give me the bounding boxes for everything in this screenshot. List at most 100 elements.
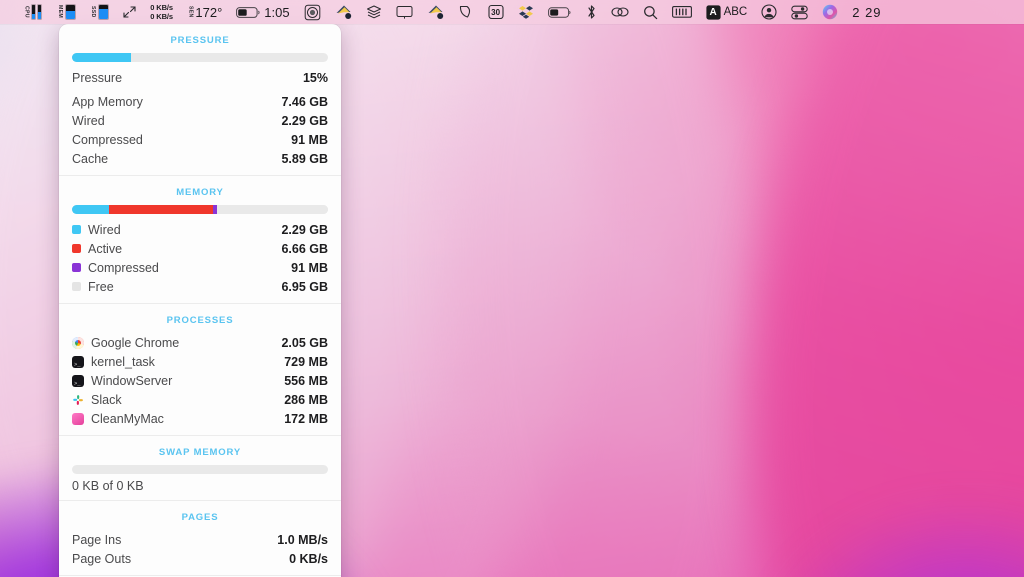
terminal-dark-icon: >_	[72, 355, 84, 368]
row-value: 91 MB	[291, 132, 328, 147]
row-value: 556 MB	[284, 373, 328, 388]
legend-label: Free	[88, 279, 114, 294]
row-value: 5.89 GB	[281, 151, 328, 166]
row-value: 172 MB	[284, 411, 328, 426]
arrows-diagonal-icon	[123, 5, 136, 19]
process-name: CleanMyMac	[91, 411, 164, 426]
network-upload-speed: 0 KB/s	[150, 3, 173, 12]
menubar-calendar[interactable]: 30	[481, 0, 511, 24]
menubar-layers[interactable]	[359, 0, 389, 24]
row-value: 15%	[302, 70, 328, 85]
process-name: Slack	[91, 392, 122, 407]
row-label: Active	[72, 241, 122, 257]
menubar-control-center[interactable]	[784, 0, 815, 24]
menubar-battery-secondary[interactable]	[541, 0, 579, 24]
section-pressure: PRESSURE Pressure 15% App Memory 7.46 GB…	[59, 24, 341, 175]
menubar-stats-mem[interactable]: MEM	[49, 0, 82, 24]
menubar-user-account[interactable]	[754, 0, 784, 24]
menubar-input-source[interactable]: A ABC	[699, 0, 755, 24]
process-name: Google Chrome	[91, 335, 180, 350]
menubar-bluetooth[interactable]	[579, 0, 604, 24]
menubar-battery[interactable]: 1:05	[229, 0, 296, 24]
chrome-icon	[72, 336, 84, 349]
row-value: 2.29 GB	[281, 222, 328, 237]
menubar-cleanmymac-2[interactable]	[420, 0, 451, 24]
process-row-windowserver[interactable]: >_ WindowServer 556 MB	[72, 371, 328, 390]
memory-bar	[72, 205, 328, 214]
menubar-keyboard-brightness[interactable]	[665, 0, 699, 24]
time-machine-icon	[304, 4, 321, 21]
menubar-display[interactable]	[389, 0, 420, 24]
legend-row-wired: Wired 2.29 GB	[72, 220, 328, 239]
swatch-active	[72, 244, 81, 253]
section-memory: MEMORY Wired 2.29 GB Active 6.66 GB Comp…	[59, 176, 341, 303]
temperature-value: 172°	[195, 4, 223, 20]
mem-gauge-icon	[64, 4, 76, 20]
row-label: Free	[72, 279, 114, 295]
battery-time-remaining: 1:05	[264, 4, 290, 20]
row-label: Google Chrome	[72, 335, 179, 351]
menubar-siri[interactable]	[815, 0, 845, 24]
network-download-speed: 0 KB/s	[150, 12, 173, 21]
section-title-swap: SWAP MEMORY	[158, 447, 242, 458]
calendar-icon: 30	[488, 4, 504, 20]
legend-label: Wired	[88, 222, 121, 237]
search-icon	[643, 5, 658, 20]
menubar-link[interactable]	[604, 0, 636, 24]
section-title-memory: MEMORY	[176, 187, 224, 198]
ssd-gauge-icon	[98, 4, 110, 20]
process-row-chrome[interactable]: Google Chrome 2.05 GB	[72, 333, 328, 352]
pressure-bar-fill	[72, 53, 131, 62]
row-label: >_ kernel_task	[72, 354, 155, 370]
user-account-icon	[761, 4, 777, 20]
menubar-time-machine[interactable]	[297, 0, 328, 24]
menubar-tag[interactable]	[451, 0, 481, 24]
control-center-icon	[791, 5, 808, 20]
menubar-sensors[interactable]: SEN 172°	[180, 0, 229, 24]
process-row-cleanmymac[interactable]: CleanMyMac 172 MB	[72, 409, 328, 428]
wallpaper-band-3	[428, 0, 781, 577]
section-title-processes: PROCESSES	[166, 315, 234, 326]
battery-icon-2	[547, 6, 572, 19]
dropbox-icon	[518, 4, 534, 20]
menubar-spotlight[interactable]	[636, 0, 665, 24]
row-label: Page Ins	[72, 532, 122, 547]
wallpaper-purple-corner-right	[757, 496, 1024, 577]
cpu-label: CPU	[23, 6, 30, 18]
swatch-wired	[72, 225, 81, 234]
network-speed-values: 0 KB/s 0 KB/s	[150, 3, 173, 21]
menubar-network-arrows[interactable]	[116, 0, 143, 24]
row-pressure: Pressure 15%	[72, 68, 328, 87]
section-pages: PAGES Page Ins 1.0 MB/s Page Outs 0 KB/s	[59, 501, 341, 575]
row-value: 7.46 GB	[281, 94, 328, 109]
bluetooth-icon	[586, 4, 597, 20]
row-cache: Cache 5.89 GB	[72, 149, 328, 168]
menubar-stats-cpu[interactable]: CPU	[16, 0, 49, 24]
process-row-kernel-task[interactable]: >_ kernel_task 729 MB	[72, 352, 328, 371]
menubar-network-speed[interactable]: 0 KB/s 0 KB/s	[143, 0, 180, 24]
process-row-slack[interactable]: Slack 286 MB	[72, 390, 328, 409]
section-title-pages: PAGES	[181, 512, 219, 523]
menubar-cleanmymac[interactable]	[328, 0, 359, 24]
menubar-clock[interactable]: 2 29	[845, 0, 888, 24]
pressure-bar	[72, 53, 328, 62]
row-label: >_ WindowServer	[72, 373, 172, 389]
legend-row-active: Active 6.66 GB	[72, 239, 328, 258]
calendar-day-number: 30	[491, 7, 501, 17]
row-wired: Wired 2.29 GB	[72, 111, 328, 130]
process-name: kernel_task	[91, 354, 155, 369]
cpu-gauge-icon	[31, 4, 43, 20]
row-value: 91 MB	[291, 260, 328, 275]
display-icon	[396, 5, 413, 20]
menubar-stats-ssd[interactable]: SSD	[83, 0, 116, 24]
menu-bar: CPU MEM SSD 0 KB/s 0 KB/s SEN 172° 1:05 …	[0, 0, 1024, 24]
legend-label: Active	[88, 241, 123, 256]
row-value: 1.0 MB/s	[277, 532, 328, 547]
layers-icon	[366, 4, 382, 20]
row-label: Slack	[72, 392, 122, 408]
input-source-letter: A	[709, 6, 717, 18]
section-title-pressure: PRESSURE	[170, 35, 230, 46]
row-page-outs: Page Outs 0 KB/s	[72, 549, 328, 568]
menubar-dropbox[interactable]	[511, 0, 541, 24]
row-label: Page Outs	[72, 551, 132, 566]
